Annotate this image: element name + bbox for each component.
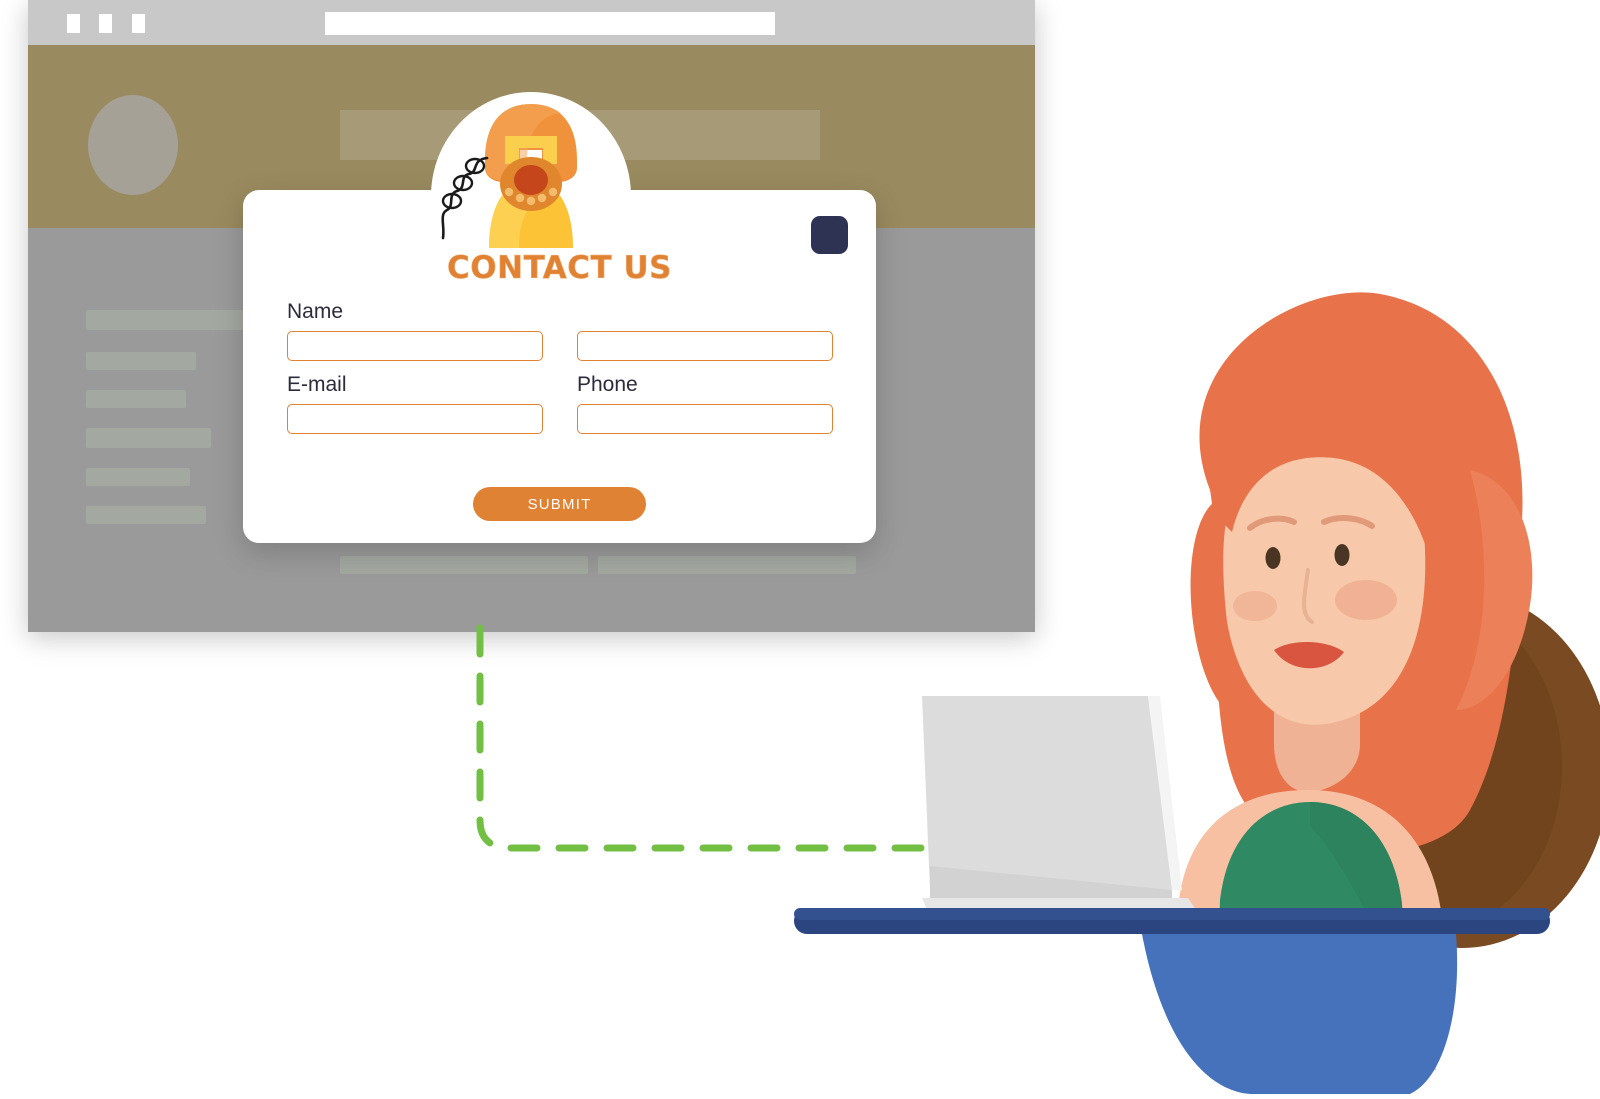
phone-input[interactable] — [577, 404, 833, 434]
desk-surface — [794, 908, 1550, 934]
footer-placeholder-2 — [598, 556, 856, 574]
field-group-name: Name — [287, 300, 543, 361]
form-row-contact: E-mail Phone — [287, 373, 833, 434]
phone-field-label: Phone — [577, 373, 638, 396]
hair-front — [1218, 361, 1457, 610]
browser-chrome-bar — [28, 0, 1035, 45]
left-arm — [1187, 910, 1280, 1052]
sidebar-placeholder-5 — [86, 468, 190, 486]
contact-form-card: CONTACT US Name E-mail Phone SUBMIT — [243, 190, 876, 543]
page-title: CONTACT US — [447, 250, 672, 287]
sidebar-placeholder-4 — [86, 428, 211, 448]
laptop-screen — [922, 696, 1172, 890]
window-maximize-button[interactable] — [99, 14, 112, 33]
address-bar[interactable] — [325, 12, 775, 35]
skirt — [1142, 934, 1458, 1094]
field-group-phone: Phone — [577, 373, 833, 434]
name-field-label: Name — [287, 300, 344, 323]
email-field-label: E-mail — [287, 373, 347, 396]
footer-placeholder-1 — [340, 556, 588, 574]
sidebar-placeholder-3 — [86, 390, 186, 408]
name-input[interactable] — [287, 331, 543, 361]
email-input[interactable] — [287, 404, 543, 434]
green-top — [1216, 802, 1408, 1030]
laptop-base — [922, 898, 1200, 916]
window-minimize-button[interactable] — [67, 14, 80, 33]
site-nav-placeholder — [340, 110, 820, 160]
form-corner-badge — [811, 216, 848, 254]
field-group-email: E-mail — [287, 373, 543, 434]
illustration-canvas: CONTACT US Name E-mail Phone SUBMIT — [0, 0, 1600, 1094]
hair-back — [1199, 292, 1523, 854]
form-fields-grid: Name E-mail Phone — [287, 300, 833, 446]
mouth — [1274, 641, 1344, 669]
submit-row: SUBMIT — [243, 487, 876, 521]
form-row-name: Name — [287, 300, 833, 361]
secondary-input[interactable] — [577, 331, 833, 361]
chair-back — [1314, 592, 1600, 948]
sidebar-placeholder-6 — [86, 506, 206, 524]
browser-window: CONTACT US Name E-mail Phone SUBMIT — [28, 0, 1035, 632]
window-close-button[interactable] — [132, 14, 145, 33]
sidebar-placeholder-1 — [86, 310, 244, 330]
sidebar-placeholder-2 — [86, 352, 196, 370]
right-arm — [1340, 906, 1448, 1064]
site-logo-placeholder — [88, 95, 178, 195]
face — [1219, 412, 1426, 725]
submit-button[interactable]: SUBMIT — [473, 487, 646, 521]
secondary-field-label — [577, 300, 833, 324]
field-group-secondary — [577, 300, 833, 361]
dashed-connector-line — [440, 620, 1020, 880]
